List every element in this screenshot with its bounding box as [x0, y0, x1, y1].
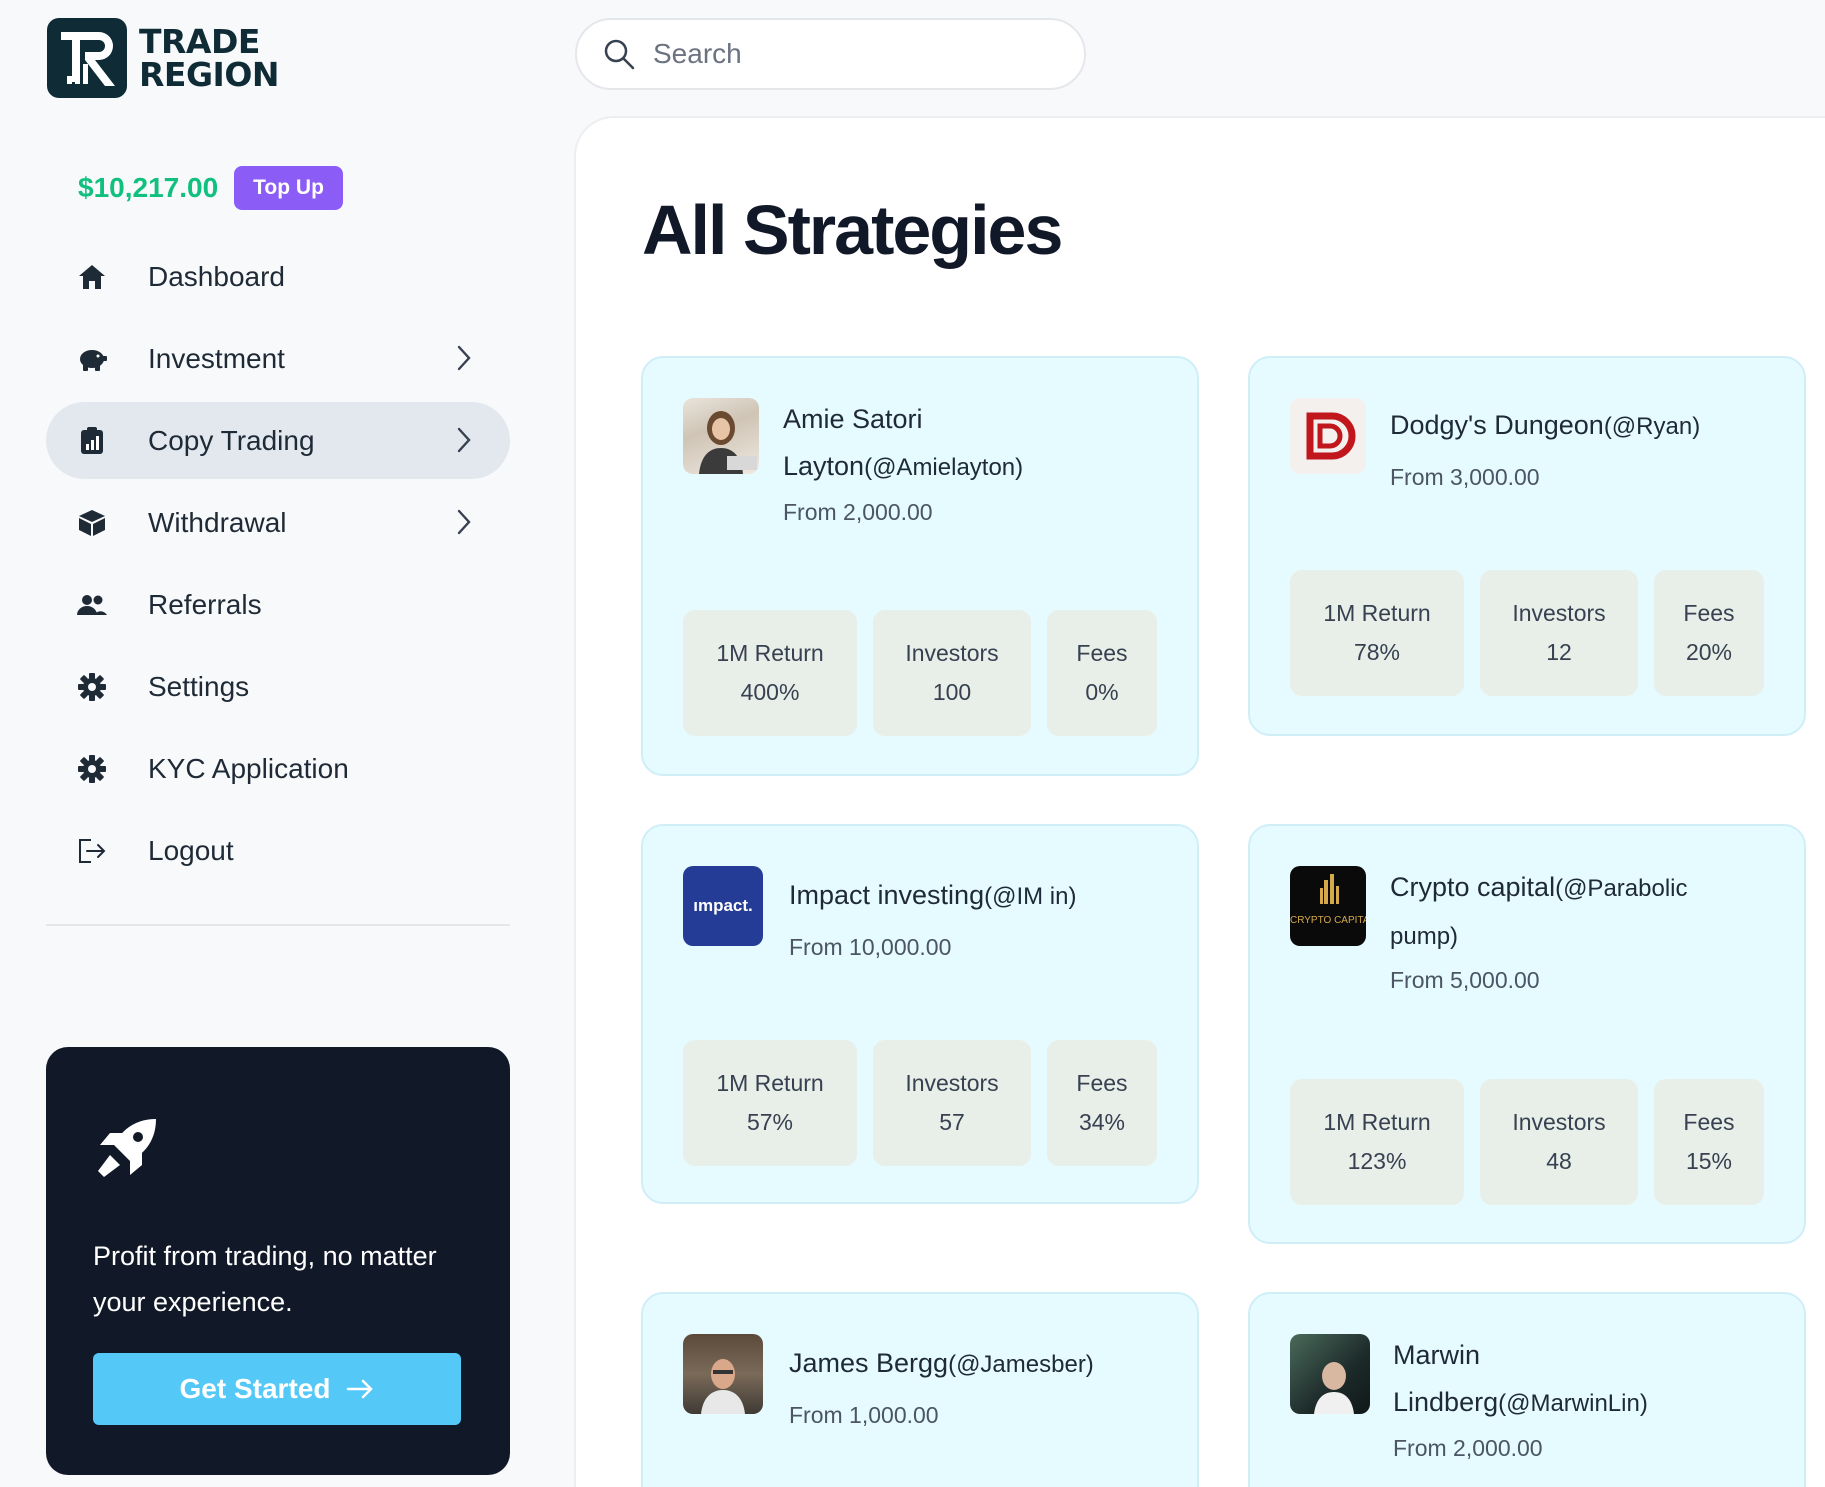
sidebar-item-label: Referrals — [148, 588, 262, 620]
strategy-name: James Bergg — [789, 1348, 949, 1378]
stat-1m-return: 1M Return 400% — [683, 610, 857, 736]
strategy-card-amielayton[interactable]: Amie Satori Layton(@Amielayton) From 2,0… — [641, 356, 1199, 776]
crypto-capital-logo-icon — [1320, 874, 1339, 904]
strategy-handle: (@Jamesber) — [948, 1351, 1094, 1378]
sidebar-item-withdrawal[interactable]: Withdrawal — [46, 484, 510, 561]
strategy-name: Dodgy's Dungeon — [1390, 410, 1604, 440]
strategy-card-parabolic-pump[interactable]: CRYPTO CAPITAL Crypto capital(@Parabolic… — [1248, 824, 1806, 1244]
stat-1m-return: 1M Return 57% — [683, 1040, 857, 1166]
main-panel: All Strategies Amie Satori Layton(@Amiel… — [574, 116, 1825, 1487]
search-bar[interactable] — [575, 18, 1086, 90]
wallet-balance: $10,217.00 — [78, 172, 219, 203]
sidebar-nav: Dashboard Investment Copy Trading Withdr… — [46, 238, 510, 894]
rocket-icon — [98, 1119, 156, 1177]
strategy-name: Impact investing — [789, 880, 985, 910]
avatar: ımpact. — [683, 866, 763, 946]
sidebar-item-label: KYC Application — [148, 752, 349, 784]
page-title: All Strategies — [642, 191, 1063, 269]
strategy-handle: (@IM in) — [984, 883, 1077, 910]
search-input[interactable] — [653, 38, 1033, 70]
sidebar-item-label: Dashboard — [148, 260, 285, 292]
sidebar-divider — [46, 924, 510, 926]
sidebar-item-settings[interactable]: Settings — [46, 648, 510, 725]
top-up-button[interactable]: Top Up — [234, 166, 343, 210]
promo-card: Profit from trading, no matter your expe… — [46, 1047, 510, 1475]
crypto-capital-logo-text: CRYPTO CAPITAL — [1290, 915, 1366, 926]
stat-investors: Investors 12 — [1480, 570, 1638, 696]
strategy-name: Marwin Lindberg — [1393, 1340, 1499, 1417]
sidebar-item-label: Logout — [148, 834, 234, 866]
strategy-min-amount: From 2,000.00 — [1393, 1435, 1543, 1461]
strategy-min-amount: From 10,000.00 — [789, 934, 952, 960]
piggy-bank-icon — [76, 343, 108, 375]
brand-name-line1: TRADE — [139, 22, 260, 61]
stat-investors: Investors 48 — [1480, 1079, 1638, 1205]
strategy-card-im-in[interactable]: ımpact. Impact investing(@IM in) From 10… — [641, 824, 1199, 1204]
strategy-name: Crypto capital — [1390, 872, 1556, 902]
strategy-handle: (@Ryan) — [1603, 413, 1701, 440]
gear-icon — [76, 671, 108, 703]
strategy-card-ryan[interactable]: Dodgy's Dungeon(@Ryan) From 3,000.00 1M … — [1248, 356, 1806, 736]
strategy-handle: (@MarwinLin) — [1498, 1390, 1648, 1417]
sidebar-item-investment[interactable]: Investment — [46, 320, 510, 397]
arrow-right-icon — [347, 1379, 374, 1399]
stat-1m-return: 1M Return 123% — [1290, 1079, 1464, 1205]
impact-logo-text: ımpact. — [693, 896, 753, 915]
brand-logo[interactable]: TRADE REGION — [47, 18, 280, 98]
strategy-min-amount: From 2,000.00 — [783, 499, 933, 525]
sidebar-item-label: Settings — [148, 670, 250, 702]
users-icon — [76, 589, 108, 621]
stat-fees: Fees 15% — [1654, 1079, 1764, 1205]
sidebar-item-dashboard[interactable]: Dashboard — [46, 238, 510, 315]
avatar — [683, 1334, 763, 1414]
search-icon — [604, 39, 635, 70]
sidebar-item-label: Copy Trading — [148, 424, 315, 456]
strategy-min-amount: From 5,000.00 — [1390, 967, 1540, 993]
clipboard-chart-icon — [76, 425, 108, 457]
sidebar-item-kyc-application[interactable]: KYC Application — [46, 730, 510, 807]
stat-fees: Fees 34% — [1047, 1040, 1157, 1166]
wallet-balance-row: $10,217.00 Top Up — [78, 166, 343, 210]
strategy-min-amount: From 3,000.00 — [1390, 464, 1540, 490]
promo-text: Profit from trading, no matter your expe… — [93, 1241, 437, 1317]
stat-investors: Investors 100 — [873, 610, 1031, 736]
strategy-card-marwinlin[interactable]: Marwin Lindberg(@MarwinLin) From 2,000.0… — [1248, 1292, 1806, 1487]
sidebar-item-logout[interactable]: Logout — [46, 812, 510, 889]
box-icon — [76, 507, 108, 539]
sidebar-item-label: Investment — [148, 342, 285, 374]
home-icon — [76, 261, 108, 293]
strategy-min-amount: From 1,000.00 — [789, 1402, 939, 1428]
brand-name-line2: REGION — [139, 55, 280, 94]
get-started-button[interactable]: Get Started — [93, 1353, 461, 1425]
avatar: CRYPTO CAPITAL — [1290, 866, 1366, 946]
avatar — [1290, 398, 1366, 474]
avatar — [683, 398, 759, 474]
stat-fees: Fees 0% — [1047, 610, 1157, 736]
chevron-right-icon — [457, 345, 471, 371]
stat-fees: Fees 20% — [1654, 570, 1764, 696]
sidebar-item-label: Withdrawal — [148, 506, 287, 538]
trade-region-logo-icon — [47, 18, 127, 98]
stat-1m-return: 1M Return 78% — [1290, 570, 1464, 696]
sidebar-item-copy-trading[interactable]: Copy Trading — [46, 402, 510, 479]
gear-icon — [76, 753, 108, 785]
sidebar-item-referrals[interactable]: Referrals — [46, 566, 510, 643]
get-started-label: Get Started — [179, 1373, 331, 1404]
strategy-card-jamesber[interactable]: James Bergg(@Jamesber) From 1,000.00 — [641, 1292, 1199, 1487]
avatar — [1290, 1334, 1370, 1414]
chevron-right-icon — [457, 427, 471, 453]
logout-icon — [76, 835, 108, 867]
stat-investors: Investors 57 — [873, 1040, 1031, 1166]
chevron-right-icon — [457, 509, 471, 535]
strategy-handle: (@Amielayton) — [864, 454, 1024, 481]
